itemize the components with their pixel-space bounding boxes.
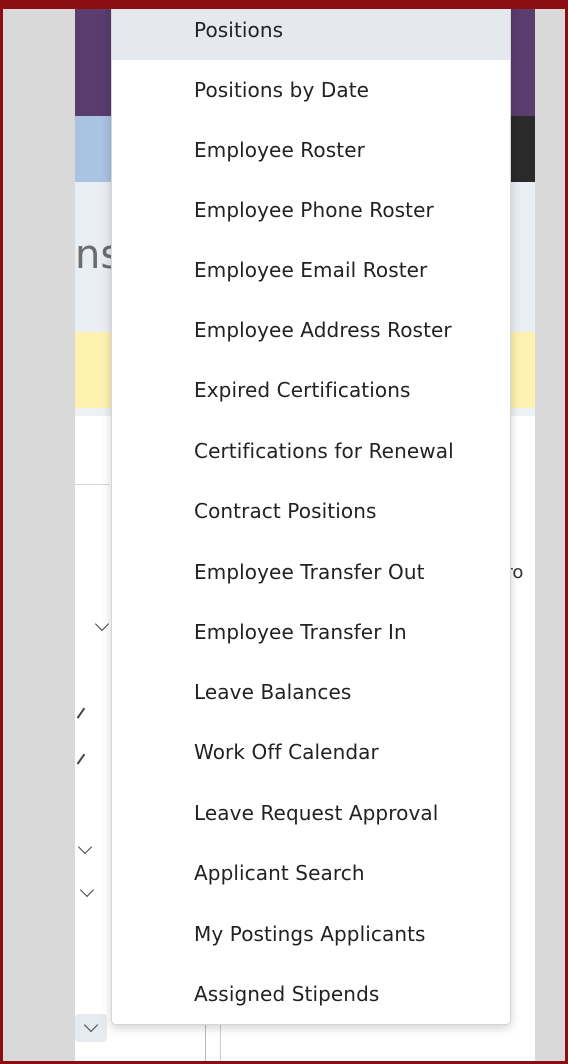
chevron-down-icon <box>83 1017 99 1033</box>
menu-item-employee-email-roster[interactable]: Employee Email Roster <box>112 240 510 300</box>
menu-item-contract-positions[interactable]: Contract Positions <box>112 481 510 541</box>
menu-item-employee-transfer-in[interactable]: Employee Transfer In <box>112 602 510 662</box>
menu-item-leave-request-approval[interactable]: Leave Request Approval <box>112 783 510 843</box>
menu-item-leave-balances[interactable]: Leave Balances <box>112 662 510 722</box>
divider-line <box>75 484 110 485</box>
menu-item-assigned-stipends[interactable]: Assigned Stipends <box>112 964 510 1024</box>
window-frame-top <box>0 0 568 9</box>
chevron-down-icon[interactable] <box>77 839 93 855</box>
reports-dropdown-menu: Positions Positions by Date Employee Ros… <box>111 0 511 1025</box>
chevron-down-icon[interactable] <box>94 616 110 632</box>
column-divider <box>220 1020 221 1064</box>
chevron-fragment-icon <box>76 753 85 765</box>
dropdown-toggle-button[interactable] <box>75 1014 107 1042</box>
menu-item-expired-certifications[interactable]: Expired Certifications <box>112 360 510 420</box>
menu-item-work-off-calendar[interactable]: Work Off Calendar <box>112 722 510 782</box>
menu-item-employee-roster[interactable]: Employee Roster <box>112 120 510 180</box>
chevron-down-icon[interactable] <box>79 882 95 898</box>
chevron-fragment-icon <box>76 707 85 719</box>
column-divider <box>205 1020 206 1064</box>
menu-item-employee-phone-roster[interactable]: Employee Phone Roster <box>112 180 510 240</box>
menu-item-my-postings-applicants[interactable]: My Postings Applicants <box>112 904 510 964</box>
menu-item-certifications-for-renewal[interactable]: Certifications for Renewal <box>112 421 510 481</box>
menu-item-positions-by-date[interactable]: Positions by Date <box>112 60 510 120</box>
menu-item-applicant-search[interactable]: Applicant Search <box>112 843 510 903</box>
menu-item-employee-transfer-out[interactable]: Employee Transfer Out <box>112 542 510 602</box>
menu-item-positions[interactable]: Positions <box>112 0 510 60</box>
menu-item-employee-address-roster[interactable]: Employee Address Roster <box>112 300 510 360</box>
